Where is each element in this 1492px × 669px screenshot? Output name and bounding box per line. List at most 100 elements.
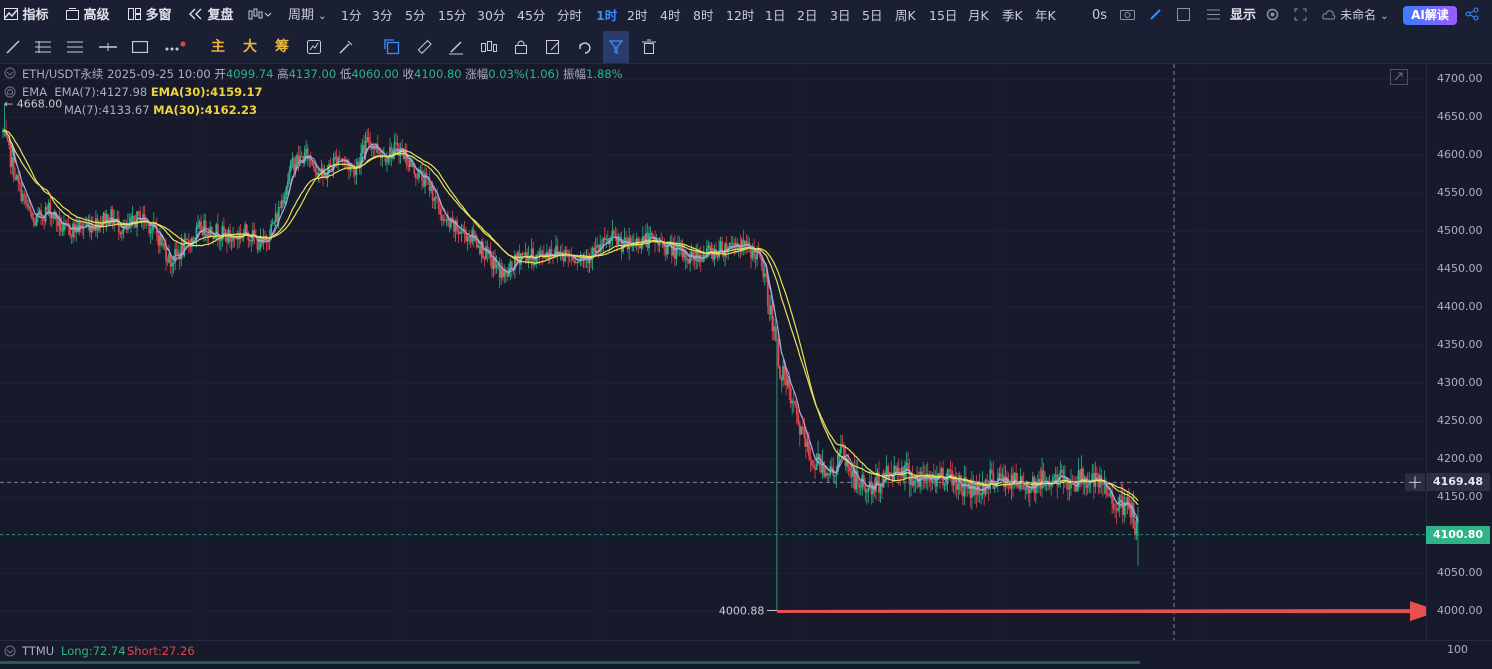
timeframe-10[interactable]: 8时	[693, 0, 713, 31]
big-order-toggle[interactable]: 大	[243, 31, 257, 63]
candle-body	[290, 160, 292, 171]
ema30-line	[3, 130, 1139, 506]
symbol-name[interactable]: ETH/USDT永续	[22, 67, 103, 81]
edit-note-icon[interactable]	[540, 31, 566, 63]
layout-dropdown[interactable]: 未命名 ⌄	[1322, 0, 1389, 31]
parallel-lines-icon[interactable]	[30, 31, 56, 63]
indicators-button[interactable]: 指标	[4, 0, 49, 31]
timeframe-7[interactable]: 1时	[596, 0, 617, 31]
timeframe-6[interactable]: 分时	[557, 0, 582, 31]
candle-body	[803, 427, 806, 438]
filter-icon[interactable]	[603, 31, 629, 63]
main-chart-toggle[interactable]: 主	[211, 31, 225, 63]
timeframe-19[interactable]: 季K	[1002, 0, 1023, 31]
menu-icon[interactable]	[1207, 0, 1220, 31]
timeframe-1[interactable]: 3分	[372, 0, 392, 31]
maximize-icon[interactable]	[1390, 69, 1408, 88]
bell-icon[interactable]	[4, 85, 16, 99]
multi-window-button[interactable]: 多窗	[128, 0, 172, 31]
candle-body	[367, 137, 370, 143]
timeframe-5[interactable]: 45分	[517, 0, 545, 31]
amplitude-label: 振幅	[563, 67, 587, 81]
undo-icon[interactable]	[572, 31, 598, 63]
template-button[interactable]: 高级	[66, 0, 110, 31]
lock-icon[interactable]	[508, 31, 534, 63]
candle-body	[840, 446, 842, 454]
ruler-icon[interactable]	[411, 31, 437, 63]
expand-icon[interactable]	[1294, 0, 1307, 31]
period-dropdown[interactable]: 周期 ⌄	[288, 0, 327, 31]
candle-body	[957, 483, 960, 490]
channel-icon[interactable]	[62, 31, 88, 63]
share-icon[interactable]	[1465, 0, 1479, 31]
candle-body	[843, 446, 845, 457]
fullscreen-box-icon[interactable]	[1177, 0, 1190, 31]
timeframe-18[interactable]: 月K	[968, 0, 989, 31]
eye-icon[interactable]	[4, 66, 16, 80]
timeframe-8[interactable]: 2时	[627, 0, 647, 31]
ai-analysis-button[interactable]: AI解读	[1403, 6, 1457, 25]
ttmu-axis-value: 100	[1447, 643, 1468, 656]
price-axis[interactable]: 4700.00 4650.00 4600.00 4550.00 4500.00 4450.…	[1426, 64, 1492, 640]
high-marker: ← 4668.00	[4, 98, 62, 111]
ma30-line	[2, 129, 1139, 502]
candle-body	[35, 215, 38, 226]
chart-type-button[interactable]	[248, 0, 272, 31]
timeframe-15[interactable]: 5日	[862, 0, 882, 31]
pen-icon[interactable]	[1149, 0, 1162, 31]
candles-icon[interactable]	[476, 31, 502, 63]
trend-line-icon[interactable]	[0, 31, 26, 63]
indicators-label: 指标	[22, 8, 49, 23]
analysis-icon[interactable]	[301, 31, 327, 63]
arrow-annotation[interactable]	[776, 601, 1426, 622]
candle-body	[830, 466, 833, 468]
magic-wand-icon[interactable]	[333, 31, 359, 63]
timeframe-13[interactable]: 2日	[797, 0, 817, 31]
candle-body	[1024, 489, 1027, 491]
candle-body	[433, 198, 436, 201]
timeframe-12[interactable]: 1日	[765, 0, 785, 31]
camera-icon[interactable]	[1120, 0, 1135, 31]
candle-body	[1114, 508, 1117, 510]
copy-icon[interactable]	[379, 31, 405, 63]
candle-body	[133, 215, 135, 222]
brush-icon[interactable]	[443, 31, 469, 63]
high-label: 高	[277, 67, 289, 81]
timeframe-3[interactable]: 15分	[438, 0, 466, 31]
trash-icon[interactable]	[636, 31, 662, 63]
timeframe-16[interactable]: 周K	[895, 0, 916, 31]
timeframe-4[interactable]: 30分	[477, 0, 505, 31]
timeframe-14[interactable]: 3日	[830, 0, 850, 31]
add-alert-icon[interactable]	[1405, 473, 1425, 492]
timeframe-11[interactable]: 12时	[726, 0, 754, 31]
eye-icon[interactable]	[4, 645, 16, 660]
low-value: 4060.00	[351, 67, 399, 81]
candle-body	[108, 222, 111, 225]
ttmu-name[interactable]: TTMU	[22, 644, 54, 658]
candle-body	[24, 195, 27, 204]
timeframe-2[interactable]: 5分	[405, 0, 425, 31]
candle-body	[32, 218, 35, 223]
candle-body	[172, 262, 175, 264]
rectangle-icon[interactable]	[127, 31, 153, 63]
candle-body	[864, 485, 867, 492]
ttmu-histogram	[0, 661, 1140, 664]
price-chart[interactable]: ← 4668.00 4000.88	[0, 64, 1426, 640]
timeframe-20[interactable]: 年K	[1035, 0, 1056, 31]
gear-icon[interactable]	[1266, 0, 1279, 31]
candle-body	[1086, 485, 1089, 488]
price-tick-6: 4400.00	[1437, 300, 1483, 314]
more-tools-icon[interactable]	[162, 31, 188, 63]
chip-toggle[interactable]: 筹	[275, 31, 289, 63]
candle-body	[288, 170, 291, 181]
candle-body	[219, 238, 222, 242]
candle-body	[165, 247, 167, 261]
display-button[interactable]: 显示	[1230, 0, 1256, 31]
timeframe-9[interactable]: 4时	[660, 0, 680, 31]
candle-body	[200, 221, 202, 231]
timeframe-17[interactable]: 15日	[929, 0, 957, 31]
replay-button[interactable]: 复盘	[189, 0, 234, 31]
timeframe-0[interactable]: 1分	[341, 0, 361, 31]
ema-name[interactable]: EMA	[22, 85, 47, 99]
horizontal-line-icon[interactable]	[95, 31, 121, 63]
